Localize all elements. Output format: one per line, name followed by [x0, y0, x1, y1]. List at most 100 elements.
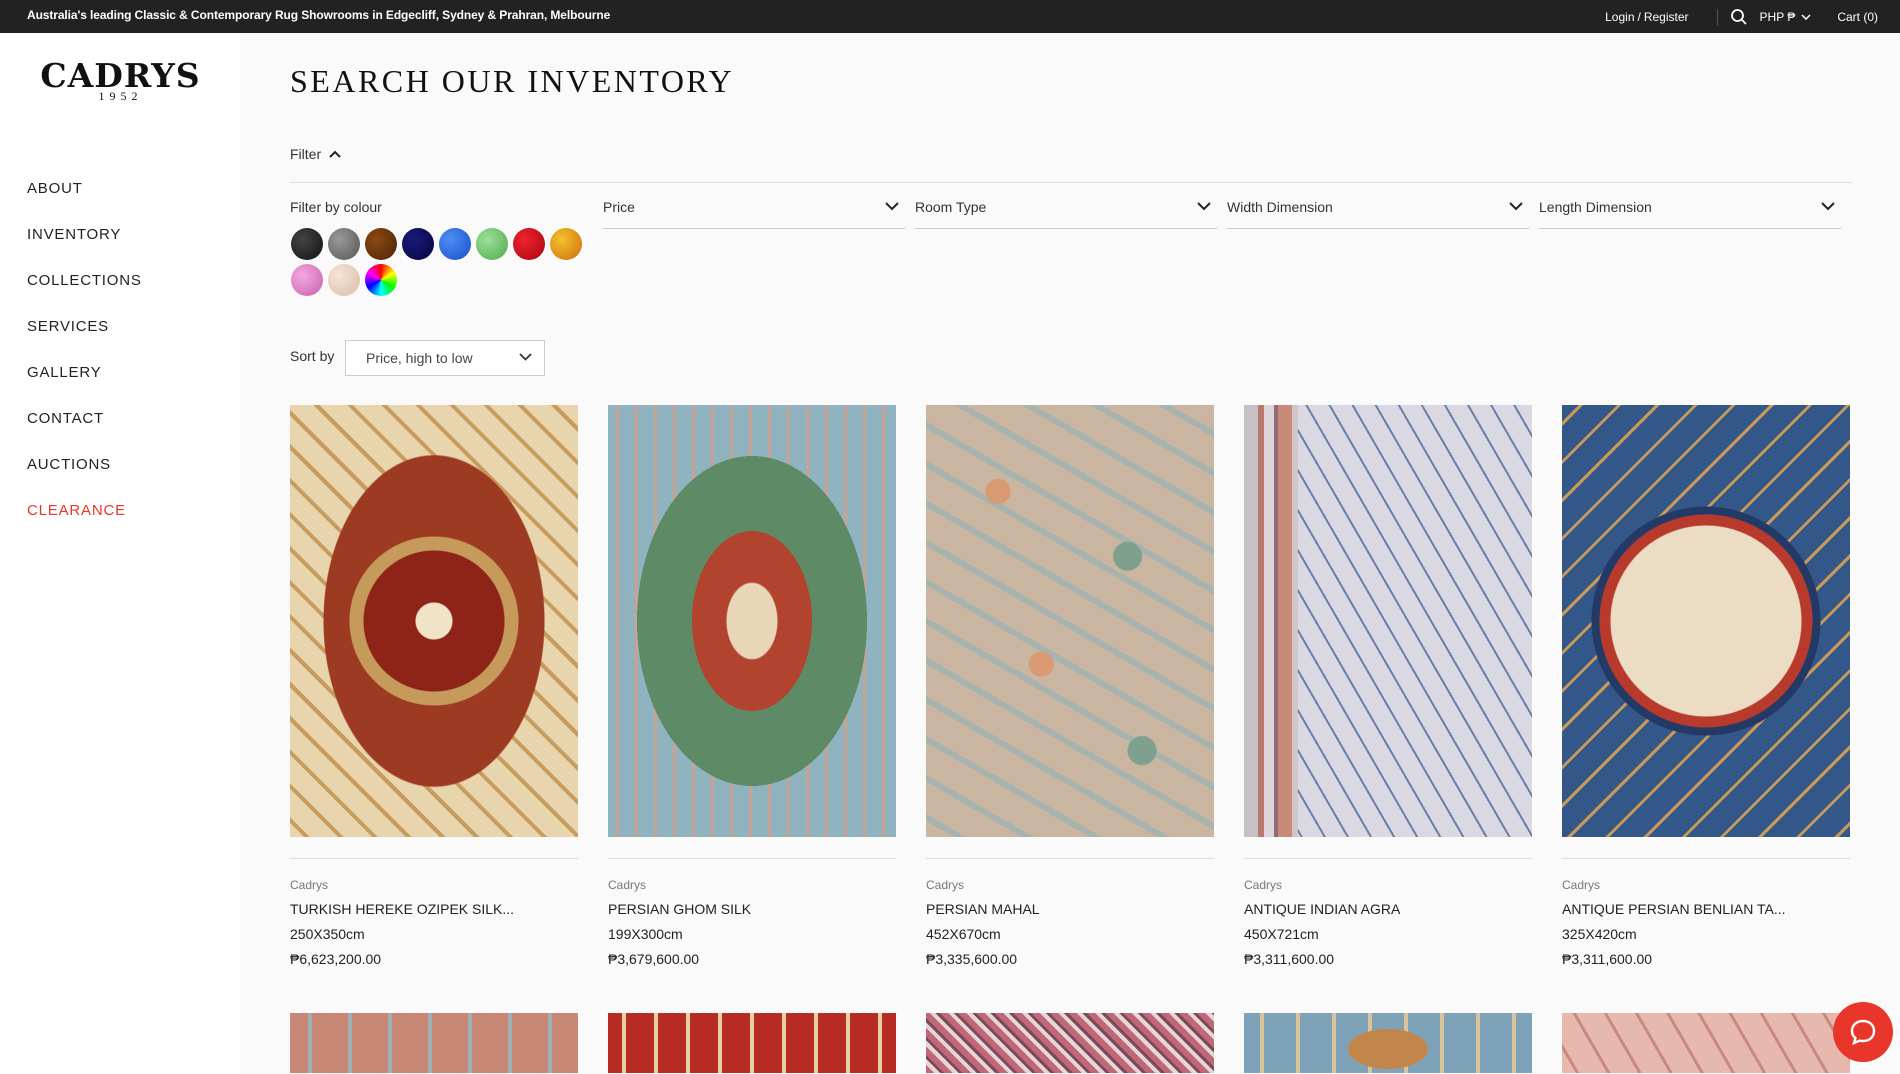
- product-card[interactable]: Cadrys PERSIAN GHOM SILK 199X300cm ₱3,67…: [608, 405, 896, 967]
- login-divider: /: [1637, 9, 1641, 24]
- chevron-down-icon: [1197, 202, 1211, 211]
- divider: [290, 858, 578, 859]
- swatch-brown[interactable]: [365, 228, 397, 260]
- nav-item-gallery[interactable]: GALLERY: [27, 350, 142, 396]
- currency-label: PHP ₱: [1759, 9, 1796, 24]
- nav-item-contact[interactable]: CONTACT: [27, 396, 142, 442]
- chevron-down-icon: [1821, 202, 1835, 211]
- product-size: 450X721cm: [1244, 926, 1319, 942]
- product-card[interactable]: Cadrys TURKISH HEREKE OZIPEK SILK... 250…: [290, 405, 578, 967]
- swatch-beige[interactable]: [328, 264, 360, 296]
- chevron-down-icon: [519, 353, 532, 361]
- product-image[interactable]: [608, 1013, 896, 1073]
- product-image[interactable]: [926, 1013, 1214, 1073]
- divider: [290, 182, 1852, 183]
- product-brand: Cadrys: [1244, 878, 1283, 892]
- swatch-multi[interactable]: [365, 264, 397, 296]
- divider: [1716, 8, 1718, 25]
- divider: [1562, 858, 1850, 859]
- swatch-blue[interactable]: [439, 228, 471, 260]
- login-link[interactable]: Login: [1605, 10, 1634, 24]
- product-image[interactable]: [608, 405, 896, 837]
- swatch-red[interactable]: [513, 228, 545, 260]
- product-size: 199X300cm: [608, 926, 683, 942]
- filter-toggle[interactable]: Filter: [290, 146, 341, 162]
- product-image[interactable]: [290, 405, 578, 837]
- product-price: ₱3,311,600.00: [1562, 951, 1653, 967]
- cart-link[interactable]: Cart (0): [1837, 10, 1878, 24]
- filter-toggle-label: Filter: [290, 146, 322, 162]
- account-links: Login / Register: [1605, 10, 1688, 24]
- product-image[interactable]: [1244, 405, 1532, 837]
- chat-button[interactable]: [1833, 1002, 1893, 1062]
- product-title[interactable]: ANTIQUE INDIAN AGRA: [1244, 901, 1532, 917]
- sort-label: Sort by: [290, 348, 335, 364]
- nav-item-auctions[interactable]: AUCTIONS: [27, 442, 142, 488]
- swatch-green[interactable]: [476, 228, 508, 260]
- search-icon[interactable]: [1730, 8, 1748, 26]
- nav-item-clearance[interactable]: CLEARANCE: [27, 488, 142, 534]
- divider: [1244, 858, 1532, 859]
- chevron-down-icon: [1801, 13, 1811, 20]
- product-size: 250X350cm: [290, 926, 365, 942]
- product-brand: Cadrys: [290, 878, 329, 892]
- product-image[interactable]: [1244, 1013, 1532, 1073]
- currency-selector[interactable]: PHP ₱: [1760, 10, 1812, 24]
- nav-item-collections[interactable]: COLLECTIONS: [27, 258, 142, 304]
- swatch-gold[interactable]: [550, 228, 582, 260]
- width-dimension-filter[interactable]: Width Dimension: [1227, 199, 1529, 229]
- product-price: ₱3,311,600.00: [1244, 951, 1335, 967]
- product-title[interactable]: PERSIAN MAHAL: [926, 901, 1214, 917]
- product-title[interactable]: TURKISH HEREKE OZIPEK SILK...: [290, 901, 578, 917]
- product-card[interactable]: Cadrys ANTIQUE PERSIAN BENLIAN TA... 325…: [1562, 405, 1850, 967]
- swatch-grey[interactable]: [328, 228, 360, 260]
- product-size: 325X420cm: [1562, 926, 1637, 942]
- product-image[interactable]: [1562, 405, 1850, 837]
- nav-item-inventory[interactable]: INVENTORY: [27, 212, 142, 258]
- nav-item-services[interactable]: SERVICES: [27, 304, 142, 350]
- tagline: Australia's leading Classic & Contempora…: [27, 8, 611, 22]
- product-card[interactable]: Cadrys ANTIQUE INDIAN AGRA 450X721cm ₱3,…: [1244, 405, 1532, 967]
- sort-value: Price, high to low: [366, 350, 473, 366]
- product-price: ₱3,335,600.00: [926, 951, 1018, 967]
- product-brand: Cadrys: [926, 878, 965, 892]
- divider: [608, 858, 896, 859]
- sort-select[interactable]: Price, high to low: [345, 340, 545, 376]
- length-dimension-filter-label: Length Dimension: [1539, 199, 1652, 215]
- product-title[interactable]: PERSIAN GHOM SILK: [608, 901, 896, 917]
- chat-icon: [1850, 1019, 1876, 1046]
- register-link[interactable]: Register: [1644, 10, 1689, 24]
- announcement-bar: Australia's leading Classic & Contempora…: [0, 0, 1900, 33]
- product-brand: Cadrys: [608, 878, 647, 892]
- product-title[interactable]: ANTIQUE PERSIAN BENLIAN TA...: [1562, 901, 1850, 917]
- colour-swatches: [291, 228, 591, 296]
- product-price: ₱3,679,600.00: [608, 951, 700, 967]
- swatch-black[interactable]: [291, 228, 323, 260]
- topbar-actions: Login / Register PHP ₱ Cart (0): [1605, 0, 1878, 33]
- product-image[interactable]: [926, 405, 1214, 837]
- main-nav: ABOUT INVENTORY COLLECTIONS SERVICES GAL…: [27, 166, 142, 534]
- page-title: SEARCH OUR INVENTORY: [290, 63, 735, 99]
- nav-item-about[interactable]: ABOUT: [27, 166, 142, 212]
- product-price: ₱6,623,200.00: [290, 951, 382, 967]
- product-image[interactable]: [290, 1013, 578, 1073]
- room-type-filter-label: Room Type: [915, 199, 987, 215]
- width-dimension-filter-label: Width Dimension: [1227, 199, 1333, 215]
- chevron-down-icon: [885, 202, 899, 211]
- logo-name: CADRYS: [40, 56, 201, 95]
- sidebar: CADRYS 1952 ABOUT INVENTORY COLLECTIONS …: [0, 33, 240, 1074]
- room-type-filter[interactable]: Room Type: [915, 199, 1217, 229]
- product-brand: Cadrys: [1562, 878, 1601, 892]
- swatch-navy[interactable]: [402, 228, 434, 260]
- price-filter[interactable]: Price: [603, 199, 905, 229]
- product-image[interactable]: [1562, 1013, 1850, 1073]
- colour-filter-label: Filter by colour: [290, 199, 382, 215]
- site-logo[interactable]: CADRYS 1952: [28, 59, 213, 104]
- chevron-down-icon: [1509, 202, 1523, 211]
- price-filter-label: Price: [603, 199, 635, 215]
- swatch-pink[interactable]: [291, 264, 323, 296]
- length-dimension-filter[interactable]: Length Dimension: [1539, 199, 1841, 229]
- chevron-up-icon: [329, 150, 341, 158]
- product-size: 452X670cm: [926, 926, 1001, 942]
- product-card[interactable]: Cadrys PERSIAN MAHAL 452X670cm ₱3,335,60…: [926, 405, 1214, 967]
